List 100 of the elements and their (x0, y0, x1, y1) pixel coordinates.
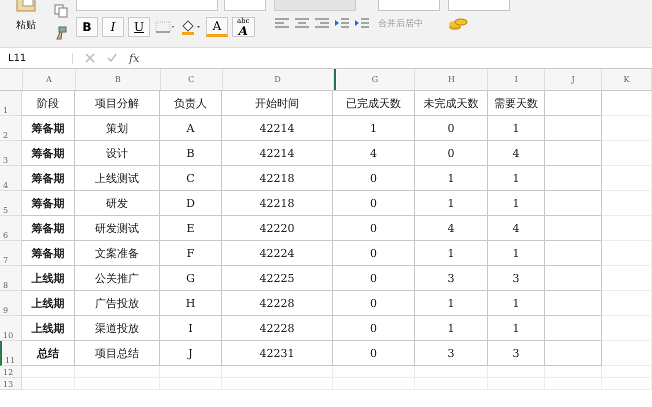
table-cell: 策划 (75, 116, 160, 141)
table-cell: E (160, 216, 222, 241)
coins-icon[interactable] (448, 17, 468, 31)
function-button[interactable]: fx (129, 52, 140, 64)
wrap-text-button[interactable] (378, 0, 440, 11)
align-icon[interactable] (294, 17, 310, 29)
column-header[interactable]: H (415, 69, 488, 90)
column-header[interactable]: J (545, 69, 602, 90)
table-cell: H (160, 291, 222, 316)
row-header[interactable]: 1 (0, 91, 22, 116)
row-header[interactable]: 4 (0, 166, 22, 191)
table-cell: 0 (415, 141, 488, 166)
table-cell: 1 (415, 191, 488, 216)
empty-cell (545, 341, 602, 366)
bold-button[interactable]: B (76, 17, 98, 37)
italic-button[interactable]: I (102, 17, 124, 37)
table-cell: 1 (415, 316, 488, 341)
empty-cell (488, 366, 545, 378)
table-cell: 0 (333, 191, 415, 216)
empty-cell (602, 266, 652, 291)
copy-icon[interactable] (54, 4, 68, 18)
table-cell: 0 (333, 341, 415, 366)
table-cell: 0 (333, 316, 415, 341)
clipboard-icon[interactable] (15, 0, 37, 12)
column-header[interactable]: A (22, 69, 76, 90)
table-cell: 筹备期 (22, 166, 75, 191)
column-header[interactable]: B (76, 69, 161, 90)
row-header[interactable]: 2 (0, 116, 22, 141)
border-icon[interactable] (154, 20, 176, 34)
table-cell: 0 (333, 241, 415, 266)
indent-icon[interactable] (354, 17, 370, 29)
table-cell: 3 (488, 266, 545, 291)
table-cell: 上线测试 (75, 166, 160, 191)
table-cell: 项目总结 (75, 341, 160, 366)
column-header[interactable]: I (488, 69, 546, 90)
empty-cell (602, 141, 652, 166)
table-cell: A (160, 116, 222, 141)
table-cell: 4 (333, 141, 415, 166)
empty-cell (545, 366, 602, 378)
empty-cell (602, 116, 652, 141)
empty-cell (545, 266, 602, 291)
table-cell: 需要天数 (488, 91, 545, 116)
row-header[interactable]: 13 (0, 378, 22, 390)
empty-cell (602, 216, 652, 241)
row-header[interactable]: 9 (0, 291, 22, 316)
table-cell: 研发 (75, 191, 160, 216)
underline-button[interactable]: U (128, 17, 150, 37)
row-header[interactable]: 11 (0, 341, 22, 366)
name-box[interactable]: L11 (0, 52, 73, 64)
table-cell: 总结 (22, 341, 75, 366)
column-header[interactable]: D (222, 69, 334, 90)
table-cell: 4 (488, 216, 545, 241)
table-cell: 公关推广 (75, 266, 160, 291)
table-cell: 4 (488, 141, 545, 166)
paste-label[interactable]: 粘贴 (16, 18, 36, 32)
indent-icon[interactable] (334, 17, 350, 29)
table-cell: 1 (488, 191, 545, 216)
table-cell: 上线期 (22, 291, 75, 316)
table-cell: 1 (488, 291, 545, 316)
table-cell: 42214 (222, 141, 333, 166)
row-header[interactable]: 5 (0, 191, 22, 216)
font-name-field[interactable] (76, 0, 218, 11)
table-cell: 开始时间 (222, 91, 333, 116)
row-header[interactable]: 8 (0, 266, 22, 291)
table-cell: 3 (415, 341, 488, 366)
brush-icon[interactable] (54, 26, 68, 40)
table-cell: 42218 (222, 191, 333, 216)
table-cell: 1 (488, 241, 545, 266)
empty-cell (545, 191, 602, 216)
column-header[interactable]: K (602, 69, 652, 90)
font-color-button[interactable]: A (206, 17, 228, 37)
check-icon[interactable] (107, 53, 117, 63)
table-cell: 1 (488, 316, 545, 341)
table-cell: 1 (488, 116, 545, 141)
font-size-field[interactable] (224, 0, 266, 11)
table-cell: B (160, 141, 222, 166)
row-header[interactable]: 10 (0, 316, 22, 341)
cancel-icon[interactable] (85, 53, 95, 63)
table-cell: 1 (415, 166, 488, 191)
number-format-field[interactable] (448, 0, 510, 11)
table-cell: 筹备期 (22, 141, 75, 166)
table-cell: 阶段 (22, 91, 75, 116)
align-icon[interactable] (314, 17, 330, 29)
empty-cell (602, 341, 652, 366)
row-header[interactable]: 12 (0, 366, 22, 378)
table-cell: 0 (333, 216, 415, 241)
row-header[interactable]: 3 (0, 141, 22, 166)
table-cell: C (160, 166, 222, 191)
empty-cell (545, 166, 602, 191)
empty-cell (602, 366, 652, 378)
align-icon[interactable] (274, 17, 290, 29)
empty-cell (602, 316, 652, 341)
column-header[interactable]: G (334, 69, 416, 90)
empty-cell (545, 141, 602, 166)
table-cell: 研发测试 (75, 216, 160, 241)
table-cell: 筹备期 (22, 241, 75, 266)
row-header[interactable]: 7 (0, 241, 22, 266)
column-header[interactable]: C (160, 69, 223, 90)
row-header[interactable]: 6 (0, 216, 22, 241)
fill-bucket-icon[interactable] (180, 19, 202, 35)
